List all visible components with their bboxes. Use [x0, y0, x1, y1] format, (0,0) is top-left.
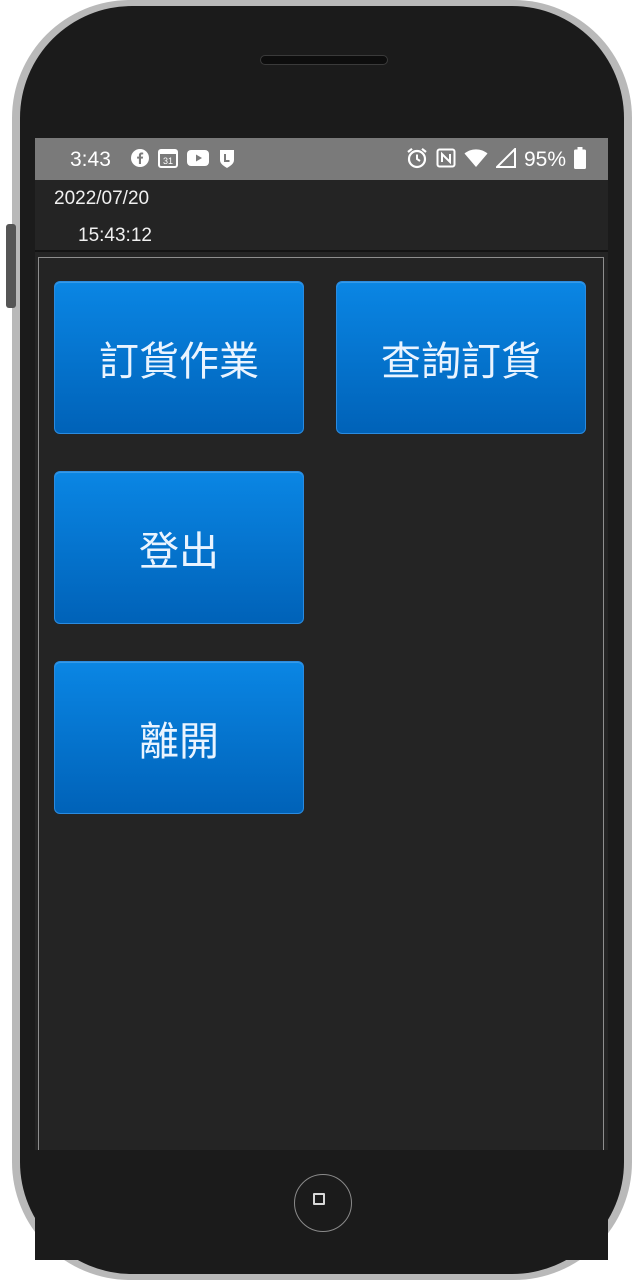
alarm-icon	[406, 147, 428, 173]
query-orders-button[interactable]: 查詢訂貨	[336, 281, 586, 434]
logout-button[interactable]: 登出	[54, 471, 304, 624]
earpiece-speaker	[260, 55, 388, 65]
home-icon	[313, 1193, 325, 1205]
cell-signal-icon	[494, 146, 516, 172]
exit-button[interactable]: 離開	[54, 661, 304, 814]
calendar-icon: 31	[158, 148, 178, 172]
battery-percent: 95%	[523, 148, 566, 171]
line-icon	[218, 148, 236, 172]
system-icons: 95%	[406, 146, 586, 173]
wifi-icon	[464, 148, 488, 172]
status-time: 3:43	[70, 148, 111, 171]
side-button	[6, 224, 16, 308]
current-date: 2022/07/20	[54, 188, 150, 209]
app-screen: 3:43 31 95% 2022/07/20 15:43:12 訂貨作業 查詢訂…	[35, 138, 608, 1150]
youtube-icon	[187, 150, 209, 170]
svg-text:31: 31	[163, 156, 173, 166]
home-button[interactable]	[294, 1174, 352, 1232]
battery-icon	[574, 147, 586, 173]
status-bar: 3:43 31 95%	[35, 138, 608, 180]
order-operation-button[interactable]: 訂貨作業	[54, 281, 304, 434]
nfc-icon	[436, 148, 456, 172]
header-divider	[35, 250, 608, 252]
current-time: 15:43:12	[78, 225, 152, 246]
facebook-icon	[131, 149, 149, 171]
notification-icons: 31	[131, 148, 236, 172]
